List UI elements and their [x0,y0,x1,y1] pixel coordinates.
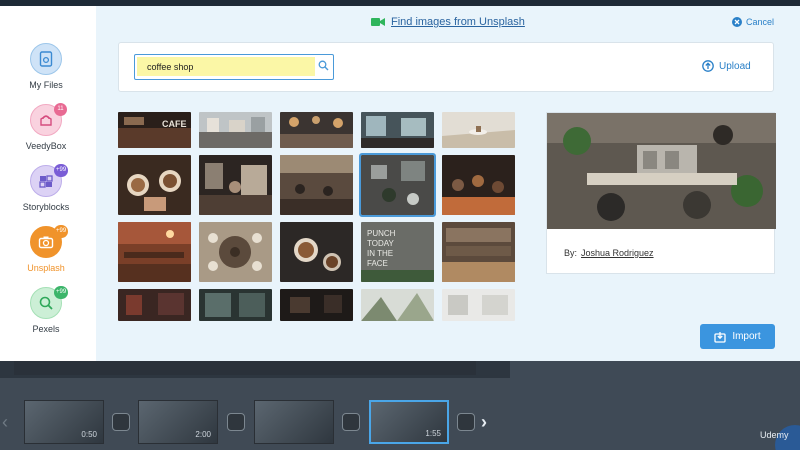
cancel-label: Cancel [746,17,775,27]
preview-card: By: Joshua Rodriguez [546,112,776,274]
grid-image[interactable] [361,289,434,321]
media-sources-sidebar: My Files 11 VeedyBox +99 Storyblocks +99… [0,6,96,361]
svg-text:FACE: FACE [367,259,388,268]
grid-image[interactable] [280,155,353,215]
grid-image[interactable] [442,222,515,282]
import-button[interactable]: Import [700,324,775,349]
grid-image[interactable] [280,222,353,282]
sidebar-item-storyblocks[interactable]: Storyblocks [0,202,92,212]
modal-title[interactable]: Find images from Unsplash [371,16,525,28]
cancel-button[interactable]: Cancel [732,17,774,27]
timeline-clip[interactable]: 2:00 [138,400,218,444]
close-icon [732,17,742,27]
veedybox-count-badge: 11 [54,103,67,116]
editor-side-panel [510,361,800,450]
clip-duration: 1:55 [425,429,441,438]
grid-image[interactable] [199,112,272,148]
clip-duration: 2:00 [195,430,211,439]
grid-image[interactable] [280,112,353,148]
search-icon[interactable] [318,60,329,71]
svg-text:PUNCH: PUNCH [367,229,396,238]
search-input[interactable] [137,57,315,76]
unsplash-modal: Find images from Unsplash Cancel Upload … [96,6,800,361]
timeline-next-icon[interactable]: › [481,412,487,433]
grid-image[interactable] [442,112,515,148]
clip-duration: 0:50 [81,430,97,439]
timeline-clip[interactable] [254,400,334,444]
blocks-icon [39,175,53,188]
pexels-count-badge: +99 [54,286,69,299]
grid-image[interactable] [118,289,191,321]
transition-icon[interactable] [342,413,360,431]
upload-button[interactable]: Upload [702,60,751,72]
search-icon [39,296,53,310]
grid-image[interactable] [280,289,353,321]
grid-image[interactable] [442,289,515,321]
my-files-source[interactable] [30,43,62,75]
import-label: Import [732,331,761,342]
sidebar-item-my-files[interactable]: My Files [0,80,92,90]
grid-image[interactable] [199,289,272,321]
upload-icon [702,60,714,72]
grid-image[interactable] [361,112,434,148]
sidebar-item-veedybox[interactable]: VeedyBox [0,141,92,151]
modal-title-link[interactable]: Find images from Unsplash [391,16,525,28]
grid-image[interactable] [199,155,272,215]
timeline-clip[interactable]: 1:55 [369,400,449,444]
preview-image[interactable] [547,113,776,229]
grid-image[interactable] [442,155,515,215]
transition-icon[interactable] [112,413,130,431]
file-icon [39,51,53,67]
search-panel: Upload [118,42,774,92]
credit-label: By: [564,248,578,258]
storyblocks-count-badge: +99 [54,164,69,177]
grid-image[interactable]: PUNCHTODAYIN THEFACE [361,222,434,282]
import-icon [714,331,726,343]
timeline-prev-icon[interactable]: ‹ [2,412,8,433]
camera-icon [38,236,54,249]
video-camera-icon [371,18,385,26]
udemy-watermark: Udemy [760,430,789,440]
grid-image[interactable]: CAFE [118,112,191,148]
grid-image[interactable] [118,155,191,215]
svg-text:IN THE: IN THE [367,249,393,258]
photo-credit: By: Joshua Rodriguez [564,248,654,258]
unsplash-count-badge: +99 [54,225,69,238]
author-link[interactable]: Joshua Rodriguez [581,248,654,258]
transition-icon[interactable] [457,413,475,431]
search-box[interactable] [134,54,334,80]
grid-image[interactable] [199,222,272,282]
svg-text:TODAY: TODAY [367,239,394,248]
timeline-clip[interactable]: 0:50 [24,400,104,444]
box-icon [40,115,52,126]
svg-text:CAFE: CAFE [162,119,187,129]
transition-icon[interactable] [227,413,245,431]
sidebar-item-unsplash[interactable]: Unsplash [0,263,92,273]
grid-image-selected[interactable] [359,153,436,217]
upload-label: Upload [719,60,751,72]
grid-image[interactable] [118,222,191,282]
editor-scrubber [14,361,476,375]
sidebar-item-pexels[interactable]: Pexels [0,324,92,334]
